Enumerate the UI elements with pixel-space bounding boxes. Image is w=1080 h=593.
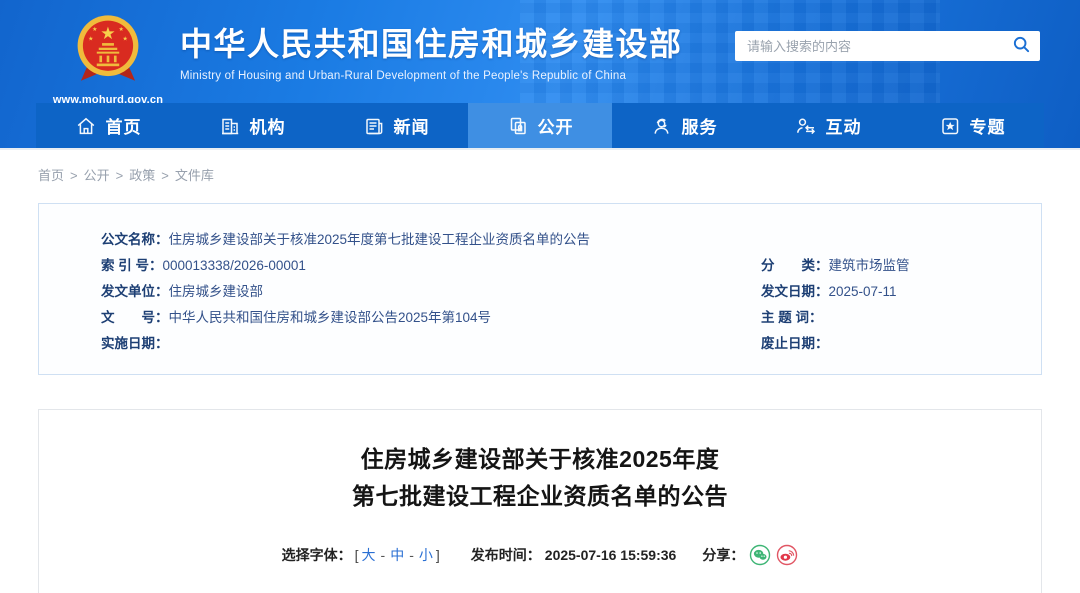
meta-value-doc-number: 中华人民共和国住房和城乡建设部公告2025年第104号 [168,310,492,325]
national-emblem-block: ★ ★ ★ ★ ★ www.mohurd.gov.cn [46,14,170,106]
article-panel: 住房城乡建设部关于核准2025年度 第七批建设工程企业资质名单的公告 选择字体：… [38,409,1042,593]
wechat-icon[interactable] [749,544,771,566]
nav-item-services[interactable]: 服务 [612,103,756,148]
meta-value-index-number: 000013338/2026-00001 [162,258,306,273]
meta-row: 实施日期： 废止日期： [101,331,1001,357]
meta-row: 文 号：中华人民共和国住房和城乡建设部公告2025年第104号 主 题 词： [101,305,1001,331]
meta-label-repeal-date: 废止日期： [761,336,829,351]
font-size-small-link[interactable]: 小 [419,545,433,565]
meta-value-doc-name: 住房城乡建设部关于核准2025年度第七批建设工程企业资质名单的公告 [168,232,591,247]
organization-icon [219,115,241,137]
home-icon [75,115,97,137]
meta-label-doc-name: 公文名称： [101,232,169,247]
nav-label: 专题 [969,118,1006,137]
national-emblem-icon: ★ ★ ★ ★ ★ [74,15,142,92]
meta-row-name: 公文名称：住房城乡建设部关于核准2025年度第七批建设工程企业资质名单的公告 [101,227,1001,253]
nav-item-news[interactable]: 新闻 [324,103,468,148]
nav-label: 互动 [825,118,862,137]
search-input[interactable] [735,38,1002,54]
nav-item-topics[interactable]: 专题 [900,103,1044,148]
font-size-dash: - [409,547,414,563]
meta-value-issue-date: 2025-07-11 [828,284,897,299]
site-subtitle-english: Ministry of Housing and Urban-Rural Deve… [180,70,627,82]
meta-label-index-number: 索 引 号： [101,258,163,273]
font-size-medium-link[interactable]: 中 [390,545,404,565]
nav-label: 新闻 [393,118,430,137]
header-divider [0,148,1080,150]
meta-value-category: 建筑市场监管 [828,258,910,273]
share-label: 分享： [702,547,745,563]
nav-label: 机构 [249,118,286,137]
search-box [735,31,1040,61]
service-headset-icon [651,115,673,137]
weibo-icon[interactable] [776,544,798,566]
search-icon [1012,35,1031,57]
nav-item-home[interactable]: 首页 [36,103,180,148]
breadcrumb: 首页 > 公开 > 政策 > 文件库 [38,165,1080,184]
svg-text:★: ★ [88,35,93,42]
svg-text:★: ★ [92,26,97,33]
meta-label-issuing-unit: 发文单位： [101,284,169,299]
nav-label: 公开 [537,118,574,137]
nav-item-disclosure[interactable]: 公开 [468,103,612,148]
meta-label-subject-words: 主 题 词： [761,310,823,325]
article-meta-bar: 选择字体： [ 大 - 中 - 小 ] 发布时间： 2025-07-16 15:5… [39,544,1041,566]
svg-text:★: ★ [119,26,124,33]
breadcrumb-home[interactable]: 首页 [38,168,64,183]
svg-text:★: ★ [123,35,128,42]
svg-text:★: ★ [100,23,115,43]
font-size-bracket-open: [ [354,547,359,563]
meta-row: 发文单位：住房城乡建设部 发文日期：2025-07-11 [101,279,1001,305]
site-header: ★ ★ ★ ★ ★ www.mohurd.gov.cn 中华人民共和国住房和城乡… [0,0,1080,148]
meta-label-issue-date: 发文日期： [761,284,829,299]
article-title: 住房城乡建设部关于核准2025年度 第七批建设工程企业资质名单的公告 [39,441,1041,515]
breadcrumb-disclosure[interactable]: 公开 [84,168,110,183]
font-size-large-link[interactable]: 大 [362,545,376,565]
breadcrumb-policy[interactable]: 政策 [129,168,155,183]
publish-time-label: 发布时间： [470,547,541,563]
search-button[interactable] [1002,31,1040,61]
disclosure-lock-icon [507,115,529,137]
interaction-arrows-icon [795,115,817,137]
font-size-label: 选择字体： [281,547,352,563]
meta-row: 索 引 号：000013338/2026-00001 分 类：建筑市场监管 [101,253,1001,279]
news-icon [363,115,385,137]
breadcrumb-separator: > [115,168,124,183]
site-title: 中华人民共和国住房和城乡建设部 [180,26,683,62]
main-navigation: 首页 机构 新闻 公开 服务 互动 专题 [36,103,1044,148]
meta-label-category: 分 类： [761,258,829,273]
nav-item-interaction[interactable]: 互动 [756,103,900,148]
breadcrumb-separator: > [70,168,78,183]
meta-value-issuing-unit: 住房城乡建设部 [168,284,264,299]
nav-label: 首页 [105,118,142,137]
publish-time-value: 2025-07-16 15:59:36 [544,547,677,563]
topics-star-icon [939,115,961,137]
nav-label: 服务 [681,118,718,137]
breadcrumb-separator: > [161,168,169,183]
font-size-dash: - [380,547,386,563]
nav-item-organization[interactable]: 机构 [180,103,324,148]
font-size-bracket-close: ] [435,547,440,563]
meta-label-implementation-date: 实施日期： [101,336,169,351]
share-group: 分享： [702,544,798,566]
article-title-line1: 住房城乡建设部关于核准2025年度 [360,446,720,472]
article-title-line2: 第七批建设工程企业资质名单的公告 [352,483,728,509]
document-metadata-panel: 公文名称：住房城乡建设部关于核准2025年度第七批建设工程企业资质名单的公告 索… [38,203,1042,375]
breadcrumb-library[interactable]: 文件库 [175,168,214,183]
meta-label-doc-number: 文 号： [101,310,169,325]
